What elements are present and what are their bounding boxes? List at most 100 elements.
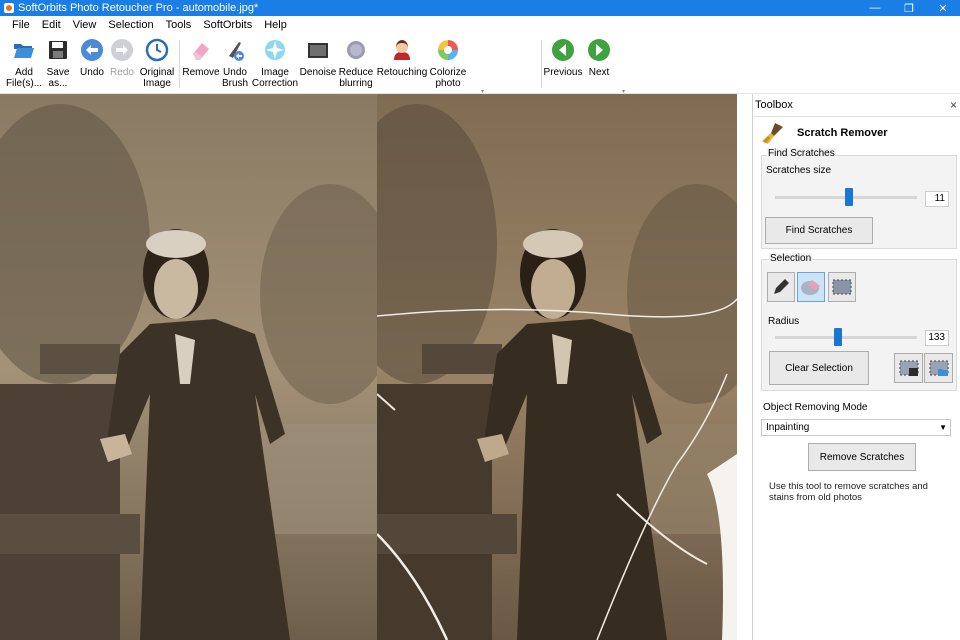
slider-track bbox=[775, 336, 917, 339]
menu-softorbits[interactable]: SoftOrbits bbox=[203, 19, 252, 31]
find-scratches-group-label: Find Scratches bbox=[767, 148, 836, 159]
canvas-scroll-gap bbox=[737, 94, 752, 640]
object-removing-mode-select[interactable]: Inpainting ▼ bbox=[761, 419, 951, 436]
arrow-left-icon bbox=[552, 39, 574, 61]
tool-title: Scratch Remover bbox=[761, 121, 888, 145]
previous-label: Previous bbox=[543, 67, 583, 78]
undo-label: Undo bbox=[80, 67, 104, 78]
redo-button[interactable]: Redo bbox=[108, 38, 136, 78]
remove-scratches-button[interactable]: Remove Scratches bbox=[808, 443, 916, 471]
tool-hint-text: Use this tool to remove scratches and st… bbox=[769, 481, 928, 503]
pencil-tool-button[interactable] bbox=[767, 272, 795, 302]
undo-brush-label: Undo Brush bbox=[221, 67, 249, 89]
sparkle-icon bbox=[265, 40, 285, 60]
reduce-blurring-label: Reduce blurring bbox=[338, 67, 374, 89]
redo-label: Redo bbox=[110, 67, 134, 78]
chevron-down-icon: ▼ bbox=[939, 423, 947, 432]
vintage-portrait-original bbox=[0, 94, 377, 640]
toolbar: Add File(s)... Save as... Undo Redo Orig… bbox=[0, 34, 960, 95]
menu-bar: File Edit View Selection Tools SoftOrbit… bbox=[0, 16, 960, 34]
denoise-icon bbox=[308, 43, 328, 58]
previous-button[interactable]: Previous bbox=[543, 38, 583, 78]
scratches-size-value[interactable]: 11 bbox=[925, 191, 949, 207]
image-correction-button[interactable]: Image Correction bbox=[250, 38, 300, 89]
pencil-icon bbox=[774, 279, 789, 294]
denoise-label: Denoise bbox=[299, 67, 337, 78]
rect-select-tool-button[interactable] bbox=[828, 272, 856, 302]
eraser-selection-icon bbox=[801, 280, 820, 295]
scratches-size-label: Scratches size bbox=[766, 165, 832, 176]
retouching-label: Retouching bbox=[376, 67, 428, 78]
app-icon bbox=[4, 3, 14, 13]
save-selection-button[interactable] bbox=[894, 353, 923, 383]
image-correction-label: Image Correction bbox=[251, 67, 299, 89]
clear-selection-button[interactable]: Clear Selection bbox=[769, 351, 869, 385]
undo-button[interactable]: Undo bbox=[78, 38, 106, 78]
next-label: Next bbox=[588, 67, 610, 78]
toolbox-header: Toolbox × bbox=[753, 94, 960, 116]
save-as-button[interactable]: Save as... bbox=[44, 38, 72, 89]
scratches-size-slider[interactable] bbox=[775, 187, 917, 207]
remove-label: Remove bbox=[182, 67, 220, 78]
undo-arrow-icon bbox=[81, 39, 103, 61]
slider-thumb[interactable] bbox=[834, 328, 842, 346]
load-selection-button[interactable] bbox=[924, 353, 953, 383]
color-wheel-icon bbox=[438, 40, 458, 60]
toolbox-close-icon[interactable]: × bbox=[950, 98, 957, 112]
blur-icon bbox=[347, 41, 365, 59]
save-as-label: Save as... bbox=[46, 67, 70, 89]
window-title: SoftOrbits Photo Retoucher Pro - automob… bbox=[18, 2, 259, 14]
colorize-photo-label: Colorize photo bbox=[429, 67, 467, 89]
toolbox-body: Scratch Remover Find Scratches Scratches… bbox=[753, 116, 960, 640]
load-selection-icon bbox=[929, 360, 948, 376]
redo-arrow-icon bbox=[111, 39, 133, 61]
floppy-disk-icon bbox=[49, 41, 67, 59]
image-canvas[interactable] bbox=[0, 94, 737, 640]
arrow-right-icon bbox=[588, 39, 610, 61]
original-image-label: Original Image bbox=[139, 67, 175, 89]
mode-selected-value: Inpainting bbox=[766, 422, 810, 433]
denoise-button[interactable]: Denoise bbox=[300, 38, 336, 78]
brush-undo-icon bbox=[229, 42, 244, 61]
object-removing-mode-label: Object Removing Mode bbox=[763, 402, 868, 413]
retouching-button[interactable]: Retouching bbox=[376, 38, 428, 78]
original-image-button[interactable]: Original Image bbox=[138, 38, 176, 89]
menu-tools[interactable]: Tools bbox=[166, 19, 192, 31]
close-button[interactable]: ✕ bbox=[926, 0, 960, 16]
minimize-button[interactable]: — bbox=[858, 0, 892, 16]
toolbar-separator bbox=[541, 40, 542, 88]
face-portrait-icon bbox=[394, 40, 410, 60]
eraser-tool-button[interactable] bbox=[797, 272, 825, 302]
maximize-button[interactable]: ❐ bbox=[892, 0, 926, 16]
menu-file[interactable]: File bbox=[12, 19, 30, 31]
scratch-brush-icon bbox=[762, 123, 783, 144]
title-bar: SoftOrbits Photo Retoucher Pro - automob… bbox=[0, 0, 960, 16]
remove-button[interactable]: Remove bbox=[182, 38, 220, 78]
vintage-portrait-scratched bbox=[377, 94, 737, 640]
find-scratches-button[interactable]: Find Scratches bbox=[765, 217, 873, 244]
selection-group-label: Selection bbox=[769, 253, 813, 264]
radius-slider[interactable] bbox=[775, 327, 917, 347]
menu-help[interactable]: Help bbox=[264, 19, 287, 31]
radius-value[interactable]: 133 bbox=[925, 330, 949, 346]
colorize-photo-button[interactable]: Colorize photo bbox=[428, 38, 468, 89]
original-photo[interactable] bbox=[0, 94, 377, 640]
undo-brush-button[interactable]: Undo Brush bbox=[220, 38, 250, 89]
add-files-button[interactable]: Add File(s)... bbox=[6, 38, 42, 89]
toolbox-panel: Toolbox × Scratch Remover Find Scratches… bbox=[752, 94, 960, 640]
reduce-blurring-button[interactable]: Reduce blurring bbox=[338, 38, 374, 89]
next-button[interactable]: Next bbox=[586, 38, 612, 78]
rect-selection-icon bbox=[832, 279, 852, 295]
menu-edit[interactable]: Edit bbox=[42, 19, 61, 31]
processed-photo[interactable] bbox=[377, 94, 737, 640]
clock-icon bbox=[145, 38, 169, 62]
menu-view[interactable]: View bbox=[73, 19, 97, 31]
toolbar-separator bbox=[179, 40, 180, 88]
save-selection-icon bbox=[899, 360, 918, 376]
folder-open-icon bbox=[14, 44, 34, 58]
slider-thumb[interactable] bbox=[845, 188, 853, 206]
tool-title-label: Scratch Remover bbox=[797, 127, 888, 139]
radius-label: Radius bbox=[768, 316, 800, 327]
toolbox-header-label: Toolbox bbox=[755, 99, 793, 111]
menu-selection[interactable]: Selection bbox=[108, 19, 153, 31]
